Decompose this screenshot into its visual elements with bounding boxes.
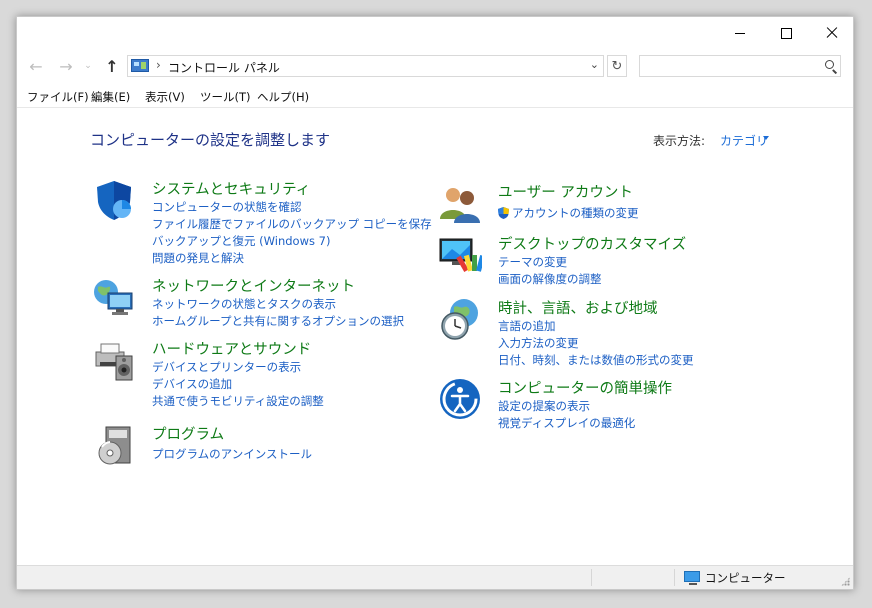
network-globe-icon[interactable] bbox=[92, 275, 136, 319]
shield-icon[interactable] bbox=[92, 178, 136, 222]
users-icon[interactable] bbox=[438, 181, 482, 225]
close-button[interactable] bbox=[809, 17, 855, 49]
computer-icon bbox=[684, 571, 700, 585]
status-divider bbox=[591, 569, 592, 586]
navigation-bar: ← → ⌄ ↑ › コントロール パネル ⌄ ↻ bbox=[17, 53, 853, 79]
back-button[interactable]: ← bbox=[25, 53, 47, 79]
status-divider bbox=[674, 569, 675, 586]
link-change-input-method[interactable]: 入力方法の変更 bbox=[498, 335, 579, 351]
link-network-status[interactable]: ネットワークの状態とタスクの表示 bbox=[152, 296, 336, 312]
category-title[interactable]: プログラム bbox=[152, 423, 224, 444]
category-title[interactable]: 時計、言語、および地域 bbox=[498, 297, 658, 318]
category-title[interactable]: システムとセキュリティ bbox=[152, 178, 310, 199]
chevron-down-icon: ⌄ bbox=[84, 61, 92, 71]
link-change-theme[interactable]: テーマの変更 bbox=[498, 254, 567, 270]
menu-bar: ファイル(F) 編集(E) 表示(V) ツール(T) ヘルプ(H) bbox=[17, 87, 853, 108]
ease-of-access-icon[interactable] bbox=[438, 377, 482, 421]
menu-tools[interactable]: ツール(T) bbox=[200, 89, 251, 105]
back-arrow-icon: ← bbox=[29, 56, 43, 76]
menu-edit[interactable]: 編集(E) bbox=[91, 89, 130, 105]
control-panel-window: ← → ⌄ ↑ › コントロール パネル ⌄ ↻ ファイル(F) 編集(E) 表… bbox=[16, 16, 854, 590]
breadcrumb-control-panel[interactable]: コントロール パネル bbox=[168, 59, 280, 76]
status-bar: コンピューター bbox=[17, 565, 853, 589]
address-dropdown-icon[interactable]: ⌄ bbox=[590, 58, 599, 71]
link-homegroup[interactable]: ホームグループと共有に関するオプションの選択 bbox=[152, 313, 404, 329]
view-by-caret-icon[interactable] bbox=[763, 136, 769, 140]
link-troubleshoot[interactable]: 問題の発見と解決 bbox=[152, 250, 244, 266]
category-title[interactable]: ユーザー アカウント bbox=[498, 181, 633, 202]
link-settings-suggestions[interactable]: 設定の提案の表示 bbox=[498, 398, 590, 414]
search-box[interactable] bbox=[639, 55, 841, 77]
uac-shield-icon bbox=[498, 207, 509, 219]
link-uninstall-program[interactable]: プログラムのアンインストール bbox=[152, 446, 312, 462]
page-title: コンピューターの設定を調整します bbox=[90, 131, 331, 149]
maximize-button[interactable] bbox=[763, 17, 809, 49]
link-change-account-type-label: アカウントの種類の変更 bbox=[512, 206, 639, 220]
clock-globe-icon[interactable] bbox=[438, 297, 482, 341]
title-bar bbox=[17, 17, 853, 49]
forward-button[interactable]: → bbox=[55, 53, 77, 79]
menu-file[interactable]: ファイル(F) bbox=[27, 89, 89, 105]
control-panel-icon bbox=[131, 59, 149, 72]
search-icon[interactable] bbox=[825, 60, 834, 69]
link-check-status[interactable]: コンピューターの状態を確認 bbox=[152, 199, 302, 215]
programs-disk-icon[interactable] bbox=[92, 423, 136, 467]
forward-arrow-icon: → bbox=[59, 56, 73, 76]
minimize-icon bbox=[735, 32, 745, 34]
display-palette-icon[interactable] bbox=[438, 233, 482, 277]
menu-help[interactable]: ヘルプ(H) bbox=[257, 89, 309, 105]
link-add-device[interactable]: デバイスの追加 bbox=[152, 376, 232, 392]
close-icon bbox=[826, 27, 838, 39]
category-title[interactable]: デスクトップのカスタマイズ bbox=[498, 233, 686, 254]
link-backup-restore[interactable]: バックアップと復元 (Windows 7) bbox=[152, 233, 330, 249]
minimize-button[interactable] bbox=[717, 17, 763, 49]
maximize-icon bbox=[780, 27, 792, 39]
category-title[interactable]: ネットワークとインターネット bbox=[152, 275, 355, 296]
printer-speaker-icon[interactable] bbox=[92, 338, 136, 382]
link-change-account-type[interactable]: アカウントの種類の変更 bbox=[498, 205, 639, 221]
category-title[interactable]: ハードウェアとサウンド bbox=[152, 338, 311, 359]
refresh-button[interactable]: ↻ bbox=[607, 55, 627, 77]
recent-locations-button[interactable]: ⌄ bbox=[81, 53, 95, 79]
refresh-icon: ↻ bbox=[611, 58, 623, 74]
link-mobility-settings[interactable]: 共通で使うモビリティ設定の調整 bbox=[152, 393, 324, 409]
link-file-history[interactable]: ファイル履歴でファイルのバックアップ コピーを保存 bbox=[152, 216, 432, 232]
category-title[interactable]: コンピューターの簡単操作 bbox=[498, 377, 672, 398]
menu-view[interactable]: 表示(V) bbox=[145, 89, 185, 105]
link-optimize-display[interactable]: 視覚ディスプレイの最適化 bbox=[498, 415, 635, 431]
view-by-dropdown[interactable]: カテゴリ bbox=[720, 132, 768, 149]
view-by-label: 表示方法: bbox=[653, 134, 706, 148]
breadcrumb-separator[interactable]: › bbox=[156, 58, 161, 72]
up-button[interactable]: ↑ bbox=[101, 53, 123, 79]
link-change-date-format[interactable]: 日付、時刻、または数値の形式の変更 bbox=[498, 352, 694, 368]
link-add-language[interactable]: 言語の追加 bbox=[498, 318, 556, 334]
up-arrow-icon: ↑ bbox=[105, 56, 119, 76]
link-devices-printers[interactable]: デバイスとプリンターの表示 bbox=[152, 359, 301, 375]
link-screen-resolution[interactable]: 画面の解像度の調整 bbox=[498, 271, 602, 287]
address-bar[interactable]: › コントロール パネル ⌄ bbox=[127, 55, 604, 77]
status-location: コンピューター bbox=[705, 571, 786, 585]
resize-grip[interactable] bbox=[841, 577, 850, 586]
